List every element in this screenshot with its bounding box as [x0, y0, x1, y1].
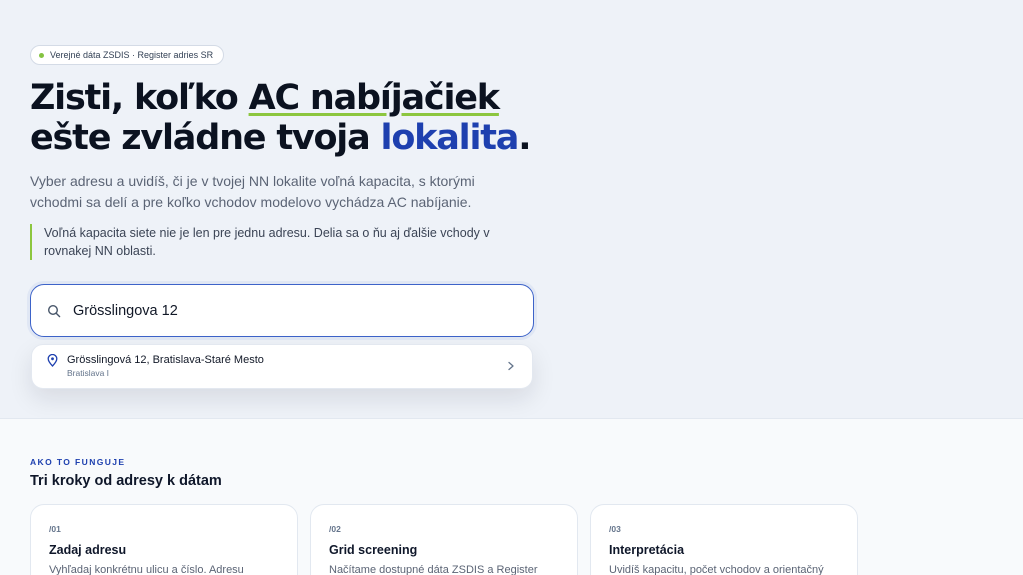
address-search-box[interactable]	[30, 284, 534, 337]
suggestion-subtitle: Bratislava I	[67, 368, 110, 378]
map-pin-icon	[47, 354, 58, 367]
step-number: /03	[609, 524, 621, 534]
step-card-2: /02 Grid screening Načítame dostupné dát…	[310, 504, 578, 575]
capacity-note: Voľná kapacita siete nie je len pre jedn…	[30, 224, 510, 260]
step-text: Vyhľadaj konkrétnu ulicu a číslo. Adresu	[49, 564, 244, 575]
page-title-underlined: AC nabíjačiek	[248, 78, 501, 118]
step-title: Zadaj adresu	[49, 543, 127, 557]
page-title-part-1: Zisti, koľko	[30, 78, 249, 118]
step-text: Načítame dostupné dáta ZSDIS a Register	[329, 564, 538, 575]
step-title: Interpretácia	[609, 543, 685, 557]
step-card-3: /03 Interpretácia Uvidíš kapacitu, počet…	[590, 504, 858, 575]
data-source-badge-text: Verejné dáta ZSDIS · Register adries SR	[50, 50, 214, 60]
how-it-works-section: AKO TO FUNGUJE Tri kroky od adresy k dát…	[0, 419, 1023, 575]
step-title: Grid screening	[329, 543, 418, 557]
status-dot-icon	[39, 52, 44, 58]
page-title-end: .	[518, 118, 531, 158]
page-title-part-2: ešte zvládne tvoja	[30, 118, 381, 158]
address-search-input[interactable]	[73, 302, 493, 319]
page-title-line-1: Zisti, koľko AC nabíjačiek	[30, 78, 530, 118]
data-source-badge: Verejné dáta ZSDIS · Register adries SR	[30, 45, 225, 65]
hero-section: Verejné dáta ZSDIS · Register adries SR …	[0, 0, 1023, 418]
page-title-line-2: ešte zvládne tvoja lokalita.	[30, 118, 532, 158]
page-title-highlight: lokalita	[380, 118, 520, 158]
page-title: Zisti, koľko AC nabíjačiek ešte zvládne …	[30, 78, 532, 158]
suggestion-title: Grösslingová 12, Bratislava-Staré Mesto	[67, 354, 264, 366]
lead-paragraph: Vyber adresu a uvidíš, či je v tvojej NN…	[30, 173, 475, 210]
step-text: Uvidíš kapacitu, počet vchodov a orienta…	[609, 564, 824, 575]
step-number: /02	[329, 524, 341, 534]
step-number: /01	[49, 524, 61, 534]
step-card-1: /01 Zadaj adresu Vyhľadaj konkrétnu ulic…	[30, 504, 298, 575]
chevron-right-icon	[508, 361, 514, 371]
address-suggestion-item[interactable]: Grösslingová 12, Bratislava-Staré Mesto …	[31, 344, 533, 389]
suggestion-text: Grösslingová 12, Bratislava-Staré Mesto …	[67, 353, 264, 380]
section-title: Tri kroky od adresy k dátam	[30, 473, 222, 489]
section-eyebrow: AKO TO FUNGUJE	[30, 457, 126, 467]
search-icon	[47, 304, 61, 317]
